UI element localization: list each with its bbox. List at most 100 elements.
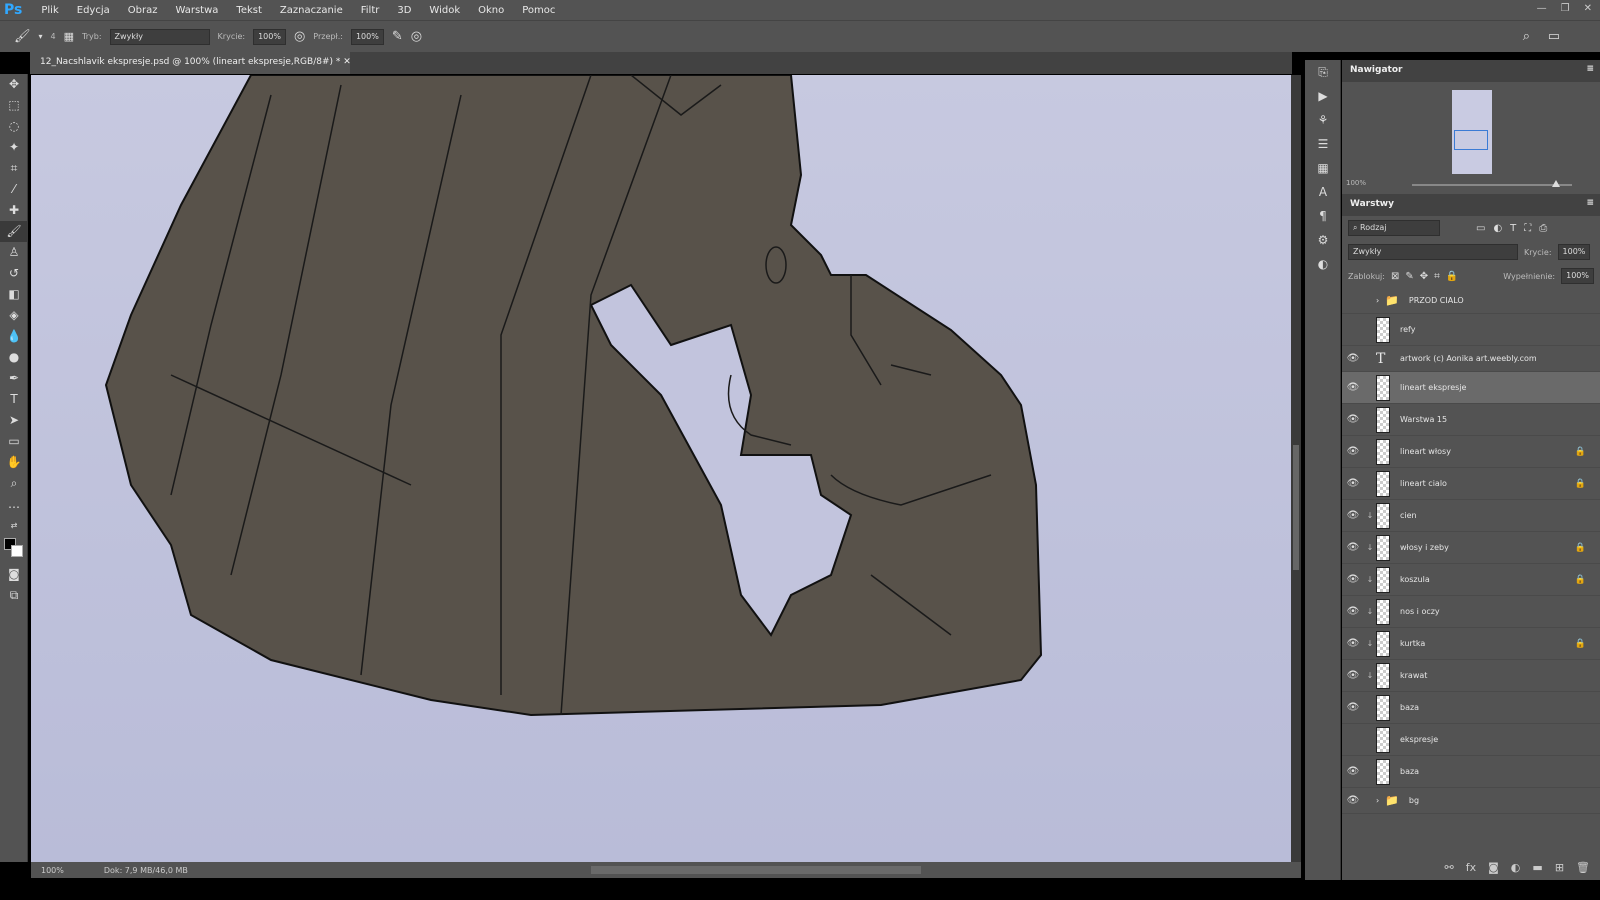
eye-icon[interactable]: 👁 — [1342, 795, 1364, 806]
layer-row[interactable]: 👁 ↓ koszula 🔒 — [1342, 564, 1600, 596]
eye-icon[interactable]: 👁 — [1342, 606, 1364, 617]
hand-tool-icon[interactable]: ✋ — [0, 452, 28, 473]
workspace-icon[interactable]: ▭ — [1548, 29, 1560, 44]
layer-row[interactable]: 👁 Warstwa 15 — [1342, 404, 1600, 436]
menu-edycja[interactable]: Edycja — [68, 5, 119, 16]
character-icon[interactable]: A — [1305, 180, 1341, 204]
menu-plik[interactable]: Plik — [32, 5, 67, 16]
fx-icon[interactable]: fx — [1466, 861, 1476, 874]
search-icon[interactable]: ⌕ — [1523, 29, 1530, 44]
brush-tool-icon[interactable]: 🖌 — [0, 221, 28, 242]
eye-icon[interactable]: 👁 — [1342, 702, 1364, 713]
crop-tool-icon[interactable]: ⌗ — [0, 158, 28, 179]
magic-wand-icon[interactable]: ✦ — [0, 137, 28, 158]
eye-icon[interactable]: 👁 — [1342, 382, 1364, 393]
brush-tool-icon[interactable]: 🖌 — [14, 29, 31, 44]
paint-bucket-icon[interactable]: ◈ — [0, 305, 28, 326]
canvas[interactable] — [31, 74, 1291, 862]
layer-row[interactable]: 👁 lineart cialo 🔒 — [1342, 468, 1600, 500]
layer-row[interactable]: 👁 ↓ krawat — [1342, 660, 1600, 692]
eye-icon[interactable]: 👁 — [1342, 414, 1364, 425]
path-select-icon[interactable]: ➤ — [0, 410, 28, 431]
close-tab-icon[interactable]: ✕ — [343, 57, 351, 67]
layer-row[interactable]: 👁 baza — [1342, 692, 1600, 724]
zoom-slider[interactable] — [1412, 180, 1572, 187]
menu-3d[interactable]: 3D — [388, 5, 420, 16]
delete-icon[interactable]: 🗑 — [1576, 861, 1590, 874]
opacity-input[interactable]: 100% — [253, 28, 286, 45]
pen-tool-icon[interactable]: ✒ — [0, 368, 28, 389]
more-tools-icon[interactable]: … — [0, 494, 28, 515]
new-layer-icon[interactable]: ⊞ — [1555, 861, 1564, 874]
eye-icon[interactable]: 👁 — [1342, 510, 1364, 521]
eye-icon[interactable]: 👁 — [1342, 670, 1364, 681]
eyedropper-icon[interactable]: ⁄ — [0, 179, 28, 200]
adjustments-icon[interactable]: ☰ — [1305, 132, 1341, 156]
lock-icons[interactable]: ⊠✎✥⌗🔒 — [1391, 271, 1464, 282]
view-box[interactable] — [1454, 130, 1488, 150]
flow-input[interactable]: 100% — [350, 28, 384, 45]
layer-opacity-input[interactable]: 100% — [1557, 244, 1591, 260]
restore-icon[interactable]: ❐ — [1561, 3, 1570, 14]
dodge-tool-icon[interactable]: ● — [0, 347, 28, 368]
layer-row[interactable]: 👁 baza — [1342, 756, 1600, 788]
swap-colors-icon[interactable]: ⇄ — [0, 515, 28, 536]
close-icon[interactable]: ✕ — [1584, 3, 1592, 14]
pressure-size-icon[interactable]: ◎ — [411, 29, 422, 44]
menu-okno[interactable]: Okno — [469, 5, 513, 16]
mask-icon[interactable]: ◙ — [1488, 861, 1499, 874]
link-icon[interactable]: ⚯ — [1445, 861, 1454, 874]
layer-row[interactable]: 👁 lineart ekspresje — [1342, 372, 1600, 404]
layer-row[interactable]: › 📁 PRZOD CIALO — [1342, 288, 1600, 314]
layer-row[interactable]: 👁 ↓ włosy i zeby 🔒 — [1342, 532, 1600, 564]
panel-menu-icon[interactable]: ≡ — [1586, 198, 1594, 208]
fill-input[interactable]: 100% — [1561, 268, 1594, 284]
minimize-icon[interactable]: — — [1537, 3, 1547, 14]
eye-icon[interactable]: 👁 — [1342, 446, 1364, 457]
pressure-opacity-icon[interactable]: ◎ — [294, 29, 305, 44]
layer-row[interactable]: 👁 ↓ cien — [1342, 500, 1600, 532]
paragraph-icon[interactable]: ¶ — [1305, 204, 1341, 228]
stamp-tool-icon[interactable]: ♙ — [0, 242, 28, 263]
mode-select[interactable]: Zwykły — [109, 28, 210, 45]
expand-chevron-icon[interactable]: › — [1376, 296, 1379, 305]
expand-chevron-icon[interactable]: › — [1376, 796, 1379, 805]
rectangle-tool-icon[interactable]: ▭ — [0, 431, 28, 452]
actions-play-icon[interactable]: ▶ — [1305, 84, 1341, 108]
brush-preset-dropdown[interactable]: ▾ — [39, 32, 43, 41]
scroll-thumb[interactable] — [1293, 445, 1299, 570]
layer-row[interactable]: 👁 Tartwork (c) Aonika art.weebly.com — [1342, 346, 1600, 372]
menu-filtr[interactable]: Filtr — [352, 5, 389, 16]
type-tool-icon[interactable]: T — [0, 389, 28, 410]
history-brush-icon[interactable]: ↺ — [0, 263, 28, 284]
layer-filter-select[interactable]: ⌕ Rodzaj — [1348, 220, 1440, 236]
swatches-icon[interactable]: ▦ — [1305, 156, 1341, 180]
navigator-zoom[interactable]: 100% — [1346, 179, 1366, 187]
move-tool-icon[interactable]: ✥ — [0, 74, 28, 95]
screen-mode-icon[interactable]: ⧉ — [0, 585, 28, 606]
eye-icon[interactable]: 👁 — [1342, 353, 1364, 364]
blend-mode-select[interactable]: Zwykły — [1348, 244, 1518, 260]
properties-icon[interactable]: ⚙ — [1305, 228, 1341, 252]
quick-mask-icon[interactable]: ◙ — [0, 564, 28, 585]
eraser-icon[interactable]: ◧ — [0, 284, 28, 305]
healing-brush-icon[interactable]: ✚ — [0, 200, 28, 221]
menu-tekst[interactable]: Tekst — [227, 5, 270, 16]
eye-icon[interactable]: 👁 — [1342, 766, 1364, 777]
menu-pomoc[interactable]: Pomoc — [513, 5, 564, 16]
layer-row[interactable]: 👁 ↓ kurtka 🔒 — [1342, 628, 1600, 660]
panel-menu-icon[interactable]: ≡ — [1586, 64, 1594, 74]
new-group-icon[interactable]: ▬ — [1532, 861, 1542, 874]
zoom-level[interactable]: 100% — [41, 866, 64, 875]
blur-tool-icon[interactable]: 💧 — [0, 326, 28, 347]
history-icon[interactable]: ⎘ — [1305, 60, 1341, 84]
navigator-thumbnail[interactable] — [1452, 90, 1492, 174]
layer-row[interactable]: 👁 ↓ nos i oczy — [1342, 596, 1600, 628]
color-icon[interactable]: ◐ — [1305, 252, 1341, 276]
eye-icon[interactable]: 👁 — [1342, 638, 1364, 649]
brush-presets-icon[interactable]: ⚘ — [1305, 108, 1341, 132]
menu-obraz[interactable]: Obraz — [119, 5, 167, 16]
brush-panel-icon[interactable]: ▦ — [64, 30, 74, 43]
lasso-tool-icon[interactable]: ◌ — [0, 116, 28, 137]
layer-row[interactable]: refy — [1342, 314, 1600, 346]
